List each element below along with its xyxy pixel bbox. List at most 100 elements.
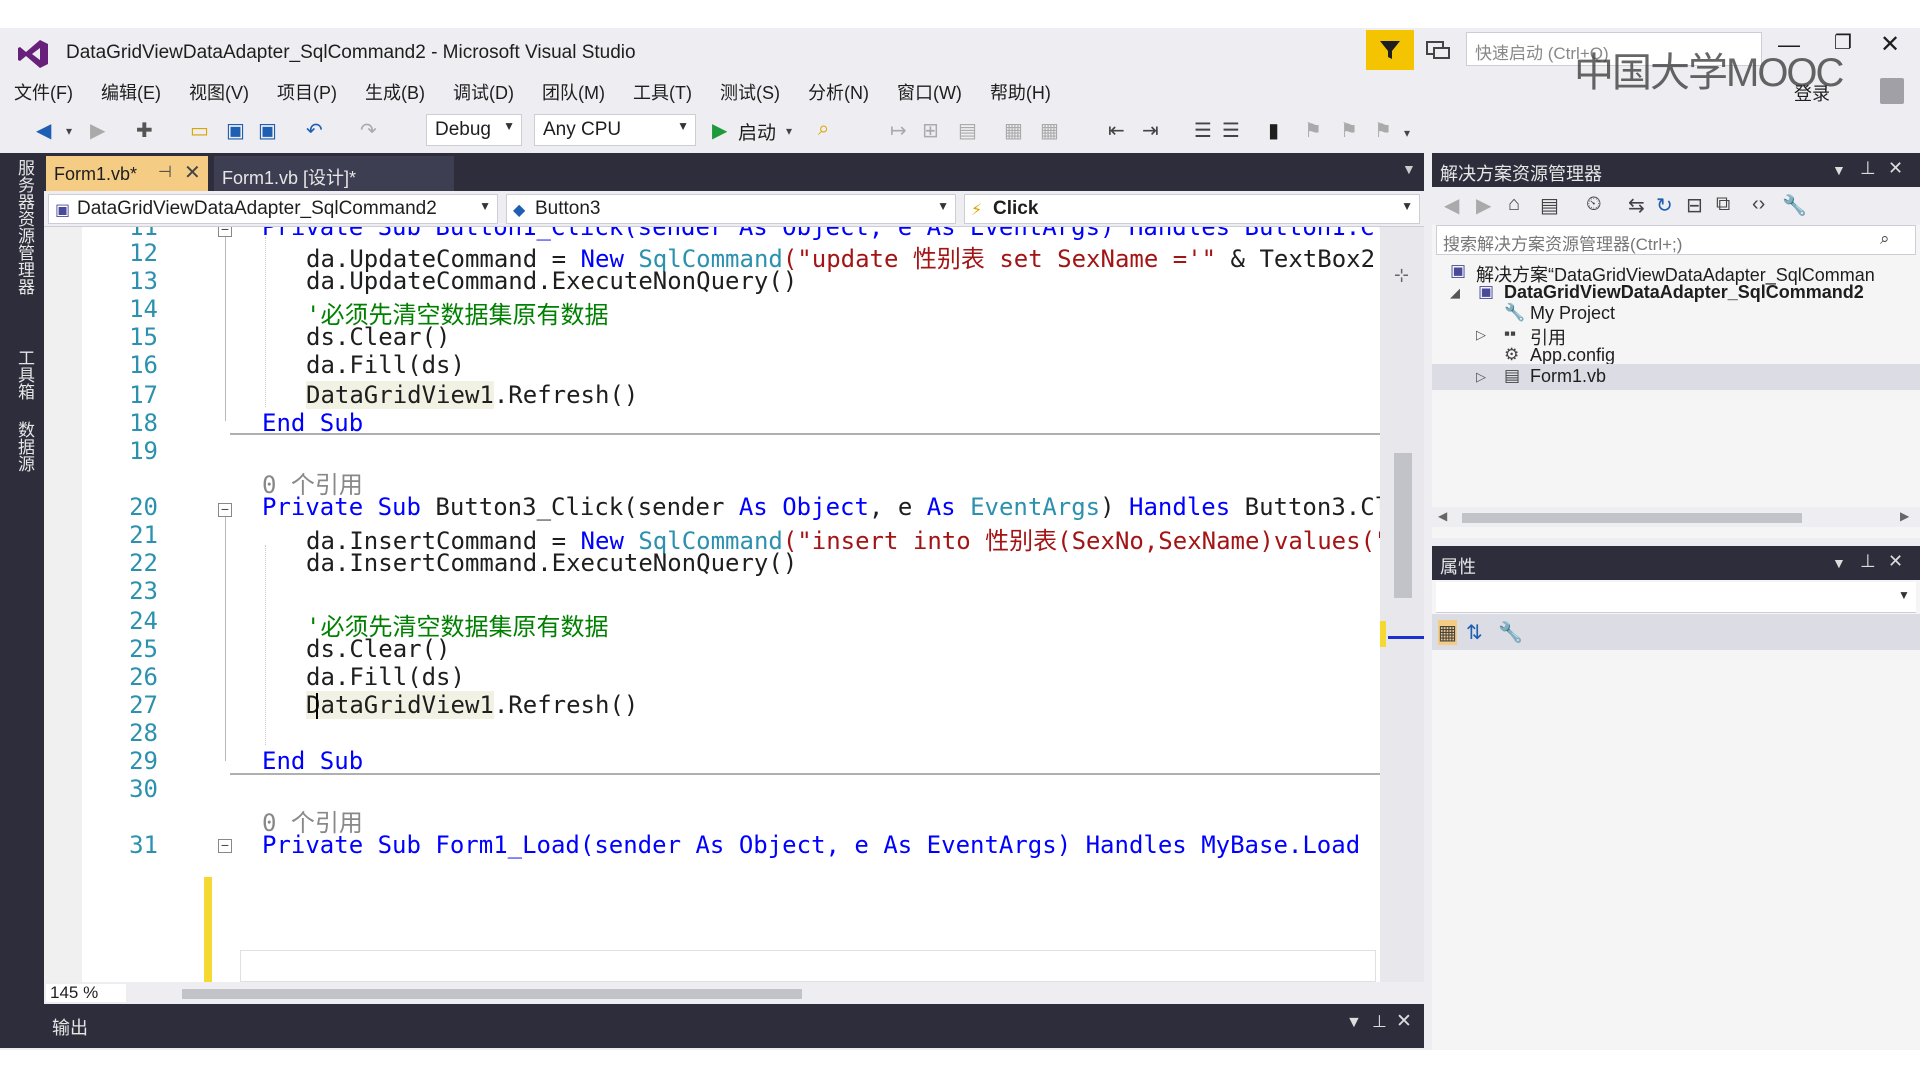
find-in-files-icon[interactable]: ⌕ xyxy=(818,118,829,141)
menu-tools[interactable]: 工具(T) xyxy=(619,76,706,106)
collapsed-arrow-icon[interactable]: ▷ xyxy=(1476,327,1486,343)
clear-bookmarks-icon[interactable]: ⚑ xyxy=(1374,118,1392,143)
new-project-icon[interactable]: ✚ xyxy=(136,118,153,143)
horizontal-scroll-thumb[interactable] xyxy=(182,989,802,999)
collapse-region-icon[interactable]: − xyxy=(218,227,232,237)
collapse-region-icon[interactable]: − xyxy=(218,838,232,853)
navigate-forward-icon[interactable]: ▶ xyxy=(90,118,105,143)
comment-lines-icon[interactable]: ☰ xyxy=(1194,118,1212,143)
bookmark-list-icon[interactable]: ▤ xyxy=(958,118,977,143)
pin-icon[interactable]: ⊥ xyxy=(1372,1012,1387,1032)
object-select[interactable]: ◆ Button3 ▼ xyxy=(506,194,956,224)
switch-views-icon[interactable]: ▤ xyxy=(1540,193,1559,218)
scroll-right-icon[interactable]: ▶ xyxy=(1900,509,1909,523)
menu-project[interactable]: 项目(P) xyxy=(263,76,351,106)
step-icon[interactable]: ↦ xyxy=(890,118,907,143)
project-select[interactable]: ▣ DataGridViewDataAdapter_SqlCommand2 ▼ xyxy=(48,194,498,224)
undo-icon[interactable]: ↶ xyxy=(306,118,323,143)
panel-dropdown-icon[interactable]: ▼ xyxy=(1832,162,1846,178)
next-bookmark-icon[interactable]: ⚑ xyxy=(1340,118,1358,143)
output-panel[interactable]: 输出 ▼ ⊥ ✕ xyxy=(44,1004,1424,1048)
solution-platform-select[interactable]: Any CPU ▼ xyxy=(534,114,696,146)
uncomment-icon[interactable]: ▦ xyxy=(1040,118,1059,143)
pin-icon[interactable]: ⊥ xyxy=(1860,158,1876,179)
toolbox-tab[interactable]: 工具箱 xyxy=(12,349,37,400)
restore-button[interactable]: ❐ xyxy=(1834,30,1852,55)
feedback-icon[interactable] xyxy=(1424,36,1452,64)
panel-dropdown-icon[interactable]: ▼ xyxy=(1346,1014,1362,1032)
vertical-scrollbar[interactable] xyxy=(1380,227,1424,982)
solution-horizontal-scrollbar[interactable]: ◀ ▶ xyxy=(1432,507,1920,527)
pending-changes-filter-icon[interactable]: ⏲ xyxy=(1586,193,1602,216)
close-panel-icon[interactable]: ✕ xyxy=(1888,158,1903,179)
collapse-all-icon[interactable]: ⊟ xyxy=(1686,193,1703,218)
pin-icon[interactable]: ⊣ xyxy=(158,162,172,182)
menu-team[interactable]: 团队(M) xyxy=(528,76,619,106)
show-all-files-icon[interactable]: ⧉ xyxy=(1716,193,1730,216)
view-code-icon[interactable]: ‹› xyxy=(1752,193,1765,216)
outdent-icon[interactable]: ⇤ xyxy=(1108,118,1125,143)
tree-item-form1[interactable]: ▷ ▤ Form1.vb xyxy=(1432,364,1920,390)
menu-debug[interactable]: 调试(D) xyxy=(439,76,528,106)
start-debug-icon[interactable]: ▶ xyxy=(712,118,727,143)
start-dropdown-icon[interactable]: ▾ xyxy=(786,124,792,138)
indent-icon[interactable]: ⇥ xyxy=(1142,118,1159,143)
menu-help[interactable]: 帮助(H) xyxy=(976,76,1065,106)
notification-filter-button[interactable] xyxy=(1366,30,1414,70)
collapse-region-icon[interactable]: − xyxy=(218,502,232,517)
vertical-scroll-thumb[interactable] xyxy=(1394,453,1412,598)
expanded-arrow-icon[interactable]: ◢ xyxy=(1450,285,1460,301)
save-icon[interactable]: ▣ xyxy=(226,118,245,143)
menu-build[interactable]: 生成(B) xyxy=(351,76,439,106)
scroll-left-icon[interactable]: ◀ xyxy=(1438,509,1447,523)
panel-dropdown-icon[interactable]: ▼ xyxy=(1832,555,1846,571)
close-panel-icon[interactable]: ✕ xyxy=(1396,1010,1412,1033)
properties-wrench-icon[interactable]: 🔧 xyxy=(1782,193,1807,218)
toolbar-overflow-icon[interactable]: ▾ xyxy=(1404,126,1410,140)
minimize-button[interactable]: — xyxy=(1778,32,1800,58)
code-text-area[interactable]: 11 12 13 14 15 16 17 18 19 20 21 22 23 2… xyxy=(44,227,1380,982)
close-panel-icon[interactable]: ✕ xyxy=(1888,551,1903,572)
solution-search-input[interactable]: 搜索解决方案资源管理器(Ctrl+;) xyxy=(1436,225,1916,255)
login-link[interactable]: 登录 xyxy=(1794,80,1830,106)
menu-analyze[interactable]: 分析(N) xyxy=(794,76,883,106)
horizontal-scroll-thumb[interactable] xyxy=(1462,513,1802,523)
home-icon[interactable]: ⌂ xyxy=(1508,193,1520,216)
forward-icon[interactable]: ▶ xyxy=(1476,193,1491,218)
start-button-label[interactable]: 启动 xyxy=(738,118,776,145)
search-icon[interactable]: ⌕ xyxy=(1880,229,1890,249)
object-selector[interactable]: ▼ xyxy=(1436,582,1916,613)
close-window-button[interactable]: ✕ xyxy=(1880,30,1900,59)
split-window-icon[interactable]: ⊹ xyxy=(1394,265,1409,286)
menu-view[interactable]: 视图(V) xyxy=(175,76,263,106)
event-select[interactable]: ⚡ Click ▼ xyxy=(964,194,1420,224)
tab-form1-designer[interactable]: Form1.vb [设计]* xyxy=(214,156,454,191)
pin-icon[interactable]: ⊥ xyxy=(1860,551,1876,572)
property-pages-icon[interactable]: 🔧 xyxy=(1498,620,1523,645)
categorized-icon[interactable]: ▦ xyxy=(1438,620,1457,645)
menu-edit[interactable]: 编辑(E) xyxy=(87,76,175,106)
account-icon[interactable] xyxy=(1880,78,1904,104)
zoom-level-select[interactable]: 145 % xyxy=(46,984,126,1002)
tab-form1-code[interactable]: Form1.vb* ⊣ ✕ xyxy=(46,156,208,191)
menu-file[interactable]: 文件(F) xyxy=(0,76,87,106)
redo-icon[interactable]: ↷ xyxy=(360,118,377,143)
open-file-icon[interactable]: ▭ xyxy=(190,118,209,143)
navigate-back-icon[interactable]: ◀ xyxy=(36,118,51,143)
alphabetical-icon[interactable]: ⇅ xyxy=(1466,620,1483,645)
uncomment-lines-icon[interactable]: ☰ xyxy=(1222,118,1240,143)
tab-list-dropdown-icon[interactable]: ▼ xyxy=(1402,161,1416,177)
menu-test[interactable]: 测试(S) xyxy=(706,76,794,106)
server-explorer-tab[interactable]: 服务器资源管理器 xyxy=(12,159,37,295)
prev-bookmark-icon[interactable]: ⚑ xyxy=(1304,118,1322,143)
back-dropdown-icon[interactable]: ▾ xyxy=(66,124,72,138)
close-tab-icon[interactable]: ✕ xyxy=(184,160,201,185)
save-all-icon[interactable]: ▣ xyxy=(258,118,277,143)
breakpoint-layout-icon[interactable]: ⊞ xyxy=(922,118,939,143)
data-sources-tab[interactable]: 数据源 xyxy=(12,421,37,472)
comment-icon[interactable]: ▦ xyxy=(1004,118,1023,143)
collapsed-arrow-icon[interactable]: ▷ xyxy=(1476,369,1486,385)
menu-window[interactable]: 窗口(W) xyxy=(883,76,976,106)
bookmark-icon[interactable]: ▮ xyxy=(1268,118,1279,143)
sync-with-document-icon[interactable]: ⇆ xyxy=(1628,193,1645,218)
